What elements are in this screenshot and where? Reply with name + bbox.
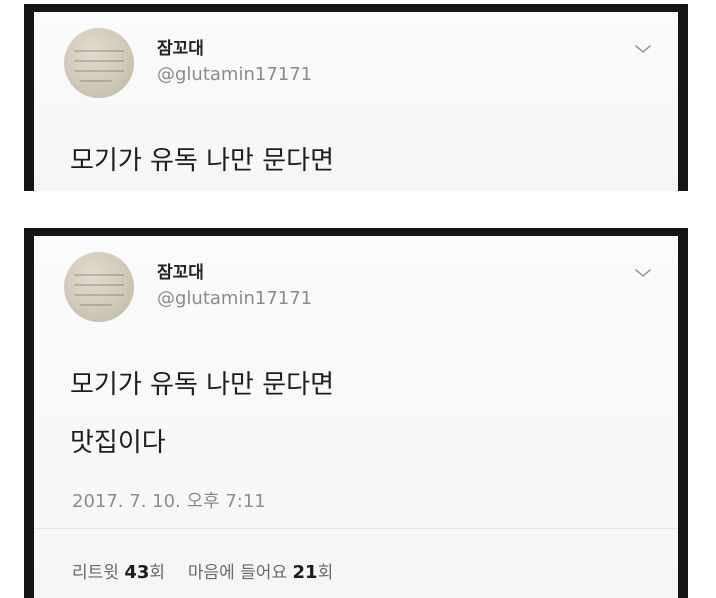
user-handle[interactable]: @glutamin17171 [157,64,312,85]
avatar-scribble [74,274,124,276]
tweet-stats: 리트윗 43회 마음에 들어요 21회 [72,558,333,583]
avatar-scribble [80,304,112,306]
avatar[interactable] [64,28,134,98]
likes-count[interactable]: 21 [293,562,318,583]
avatar-scribble [74,50,124,52]
tweet-text-line1: 모기가 유독 나만 문다면 [70,370,334,400]
avatar-scribble [74,70,124,72]
avatar-scribble [74,294,124,296]
likes-label[interactable]: 마음에 들어요 [188,563,287,583]
retweet-unit: 회 [149,563,166,583]
tweet-text-line1: 모기가 유독 나만 문다면 [70,146,334,176]
retweet-count[interactable]: 43 [124,562,149,583]
chevron-down-icon[interactable] [634,42,652,56]
retweet-label[interactable]: 리트윗 [72,563,119,583]
avatar-scribble [80,80,112,82]
divider [34,528,678,529]
avatar-scribble [74,284,124,286]
likes-unit: 회 [317,563,334,583]
tweet-card: 잠꼬대 @glutamin17171 모기가 유독 나만 문다면 맛집이다 20… [34,236,678,598]
chevron-down-icon[interactable] [634,266,652,280]
display-name[interactable]: 잠꼬대 [157,258,204,283]
display-name[interactable]: 잠꼬대 [157,34,204,59]
avatar-scribble [74,60,124,62]
avatar[interactable] [64,252,134,322]
tweet-text-line2: 맛집이다 [70,428,166,458]
tweet-timestamp[interactable]: 2017. 7. 10. 오후 7:11 [72,487,266,513]
tweet-card: 잠꼬대 @glutamin17171 모기가 유독 나만 문다면 [34,12,678,191]
tweet-panel-bottom: 잠꼬대 @glutamin17171 모기가 유독 나만 문다면 맛집이다 20… [24,228,688,598]
user-handle[interactable]: @glutamin17171 [157,288,312,309]
tweet-panel-top: 잠꼬대 @glutamin17171 모기가 유독 나만 문다면 [24,4,688,191]
